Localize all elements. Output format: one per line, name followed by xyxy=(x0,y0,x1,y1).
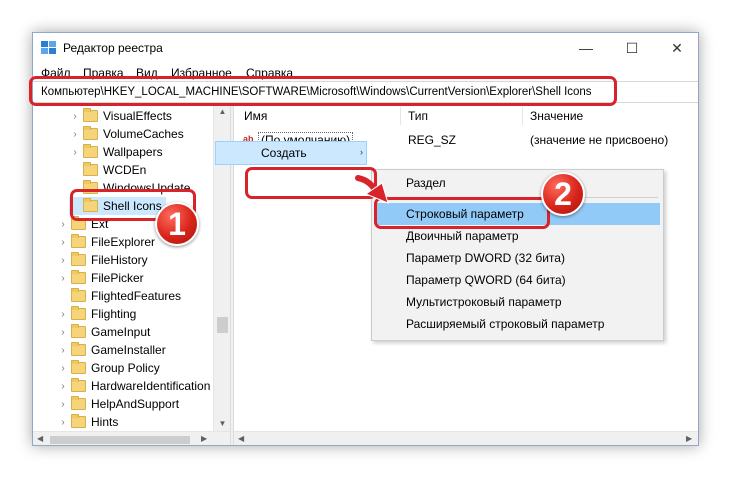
pointer-arrow-graphic xyxy=(355,175,389,204)
step-2-badge: 2 xyxy=(541,172,585,216)
step-1-badge: 1 xyxy=(155,202,199,246)
